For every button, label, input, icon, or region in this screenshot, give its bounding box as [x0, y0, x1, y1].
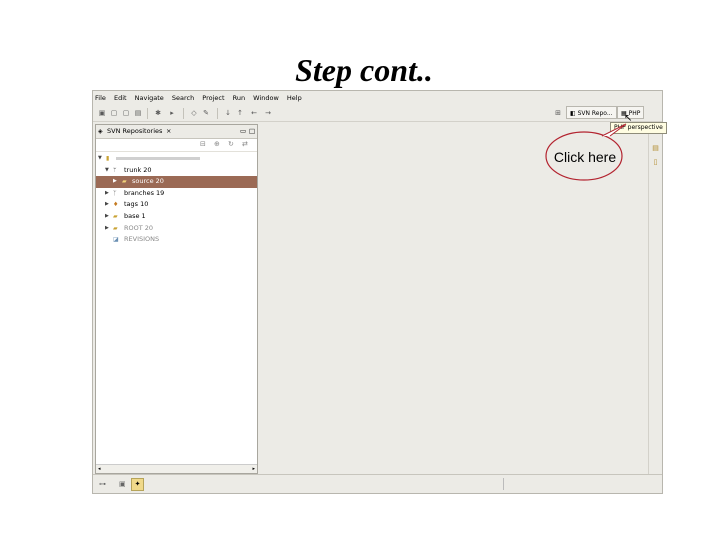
debug-icon[interactable]: ✱ [153, 108, 163, 118]
tags-icon: ♦ [113, 201, 119, 209]
tree-item-label: branches 19 [124, 188, 165, 197]
repository-icon: ▮ [106, 155, 110, 162]
tree-item-trunk[interactable]: ▼ ᛘ trunk 20 [96, 165, 257, 177]
run-icon[interactable]: ▸ [167, 108, 177, 118]
collapsed-icon[interactable]: ▶ [105, 223, 109, 235]
collapsed-icon[interactable]: ▶ [105, 199, 109, 211]
close-icon[interactable]: × [166, 125, 171, 138]
link-icon[interactable]: ⇄ [242, 140, 248, 148]
tree-item-label: trunk 20 [124, 165, 152, 174]
menu-edit[interactable]: Edit [114, 94, 127, 102]
view-tab-bar: ◈ SVN Repositories × ▭ □ [96, 125, 257, 139]
menu-navigate[interactable]: Navigate [135, 94, 164, 102]
notes-icon[interactable]: ▯ [651, 158, 660, 167]
open-perspective-icon[interactable]: ⊞ [553, 108, 563, 118]
collapsed-icon[interactable]: ▶ [105, 211, 109, 223]
tree-item-label: REVISIONS [124, 235, 160, 244]
folder-icon: ▰ [122, 178, 127, 186]
collapsed-icon[interactable]: ▶ [105, 188, 109, 200]
tree-item-tags[interactable]: ▶ ♦ tags 10 [96, 199, 257, 211]
trunk-icon: ᛘ [113, 166, 117, 174]
tree-item-label: base 1 [124, 211, 146, 220]
expanded-icon[interactable]: ▼ [105, 165, 109, 177]
tree-item-label: ROOT 20 [124, 223, 154, 232]
tree-item-source[interactable]: ▶ ▰ source 20 [96, 176, 257, 188]
save-all-icon[interactable]: ▢ [121, 108, 131, 118]
lightbulb-icon[interactable]: ✦ [131, 478, 144, 491]
menu-bar: File Edit Navigate Search Project Run Wi… [93, 91, 662, 105]
perspective-svn-button[interactable]: ◧ SVN Repo... [566, 106, 617, 119]
blurred-url [116, 157, 200, 160]
tree-item-revisions[interactable]: ◪ REVISIONS [96, 234, 257, 246]
menu-search[interactable]: Search [172, 94, 194, 102]
menu-run[interactable]: Run [233, 94, 245, 102]
open-type-icon[interactable]: ◇ [189, 108, 199, 118]
outline-icon[interactable]: ▤ [651, 144, 660, 153]
right-trim: ▫ ▤ ▯ [648, 124, 662, 474]
save-icon[interactable]: ▢ [109, 108, 119, 118]
view-toolbar: ⊟ ⊕ ↻ ⇄ [96, 138, 257, 152]
refresh-icon[interactable]: ↻ [228, 140, 234, 148]
click-here-label: Click here [553, 149, 617, 165]
new-icon[interactable]: ▣ [97, 108, 107, 118]
repository-tree: ▼ ▮ ▼ ᛘ trunk 20 ▶ ▰ source 20 ▶ ᛉ branc… [96, 153, 257, 246]
view-tab-title[interactable]: SVN Repositories [107, 125, 162, 138]
callout-pointer [601, 123, 627, 137]
tree-item-base[interactable]: ▶ ▰ base 1 [96, 211, 257, 223]
collapse-all-icon[interactable]: ⊟ [200, 140, 206, 148]
status-bar: ⊶ ▣ ✦ [93, 474, 662, 493]
folder-icon: ▰ [113, 212, 118, 220]
toolbar-separator [183, 108, 184, 119]
scroll-right-icon[interactable]: ▸ [252, 465, 255, 473]
menu-project[interactable]: Project [202, 94, 224, 102]
collapsed-icon[interactable]: ▶ [113, 176, 117, 188]
svn-perspective-icon: ◧ [570, 110, 578, 117]
show-view-icon[interactable]: ▣ [119, 480, 126, 488]
toolbar-separator [217, 108, 218, 119]
slide-title: Step cont.. [295, 52, 433, 88]
tree-item-label: tags 10 [124, 200, 149, 209]
minimize-icon[interactable]: ▭ [240, 125, 246, 138]
menu-help[interactable]: Help [287, 94, 302, 102]
fast-view-icon[interactable]: ⊶ [99, 480, 106, 488]
tree-item-root[interactable]: ▼ ▮ [96, 153, 257, 165]
forward-icon[interactable]: → [263, 108, 273, 118]
revisions-icon: ◪ [113, 236, 119, 244]
horizontal-scrollbar[interactable]: ◂ ▸ [96, 464, 257, 473]
menu-file[interactable]: File [95, 94, 106, 102]
status-separator [503, 478, 504, 490]
next-annotation-icon[interactable]: ↓ [223, 108, 233, 118]
back-icon[interactable]: ← [249, 108, 259, 118]
add-repository-icon[interactable]: ⊕ [214, 140, 220, 148]
print-icon[interactable]: ▤ [133, 108, 143, 118]
svn-repositories-icon: ◈ [98, 128, 103, 135]
folder-icon: ▰ [113, 224, 118, 232]
pencil-icon[interactable]: ✎ [201, 108, 211, 118]
tree-item-root-folder[interactable]: ▶ ▰ ROOT 20 [96, 223, 257, 235]
menu-window[interactable]: Window [253, 94, 279, 102]
svn-repositories-view: ◈ SVN Repositories × ▭ □ ⊟ ⊕ ↻ ⇄ ▼ ▮ ▼ ᛘ… [95, 124, 258, 474]
toolbar-separator [147, 108, 148, 119]
scroll-left-icon[interactable]: ◂ [98, 465, 101, 473]
expanded-icon[interactable]: ▼ [98, 153, 102, 165]
tree-item-label: source 20 [132, 177, 164, 186]
branches-icon: ᛉ [113, 189, 117, 197]
tree-item-branches[interactable]: ▶ ᛉ branches 19 [96, 188, 257, 200]
maximize-icon[interactable]: □ [249, 125, 255, 138]
prev-annotation-icon[interactable]: ↑ [235, 108, 245, 118]
main-toolbar: ▣ ▢ ▢ ▤ ✱ ▸ ◇ ✎ ↓ ↑ ← → ⊞ ◧ SVN Repo... … [93, 105, 662, 122]
